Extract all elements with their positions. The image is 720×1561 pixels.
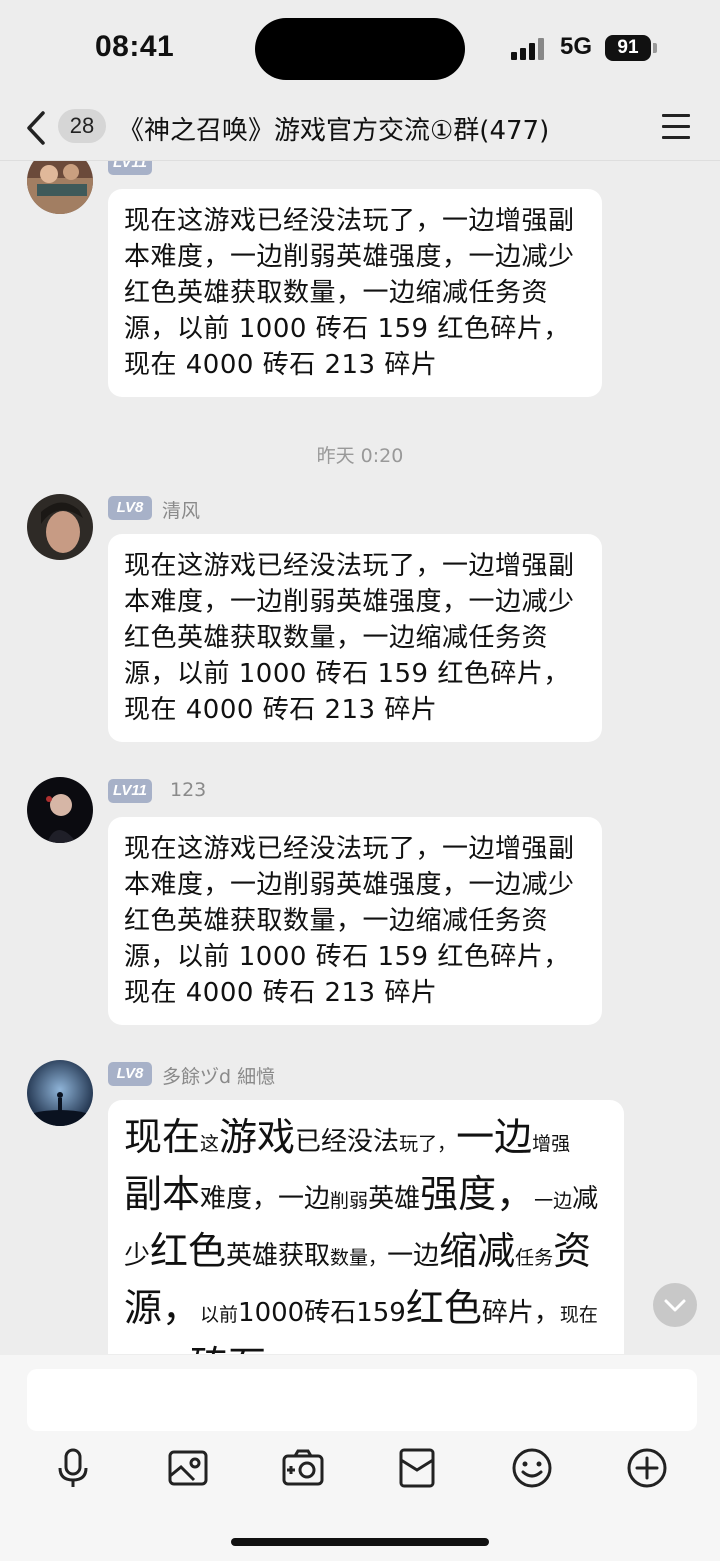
chevron-down-icon	[664, 1299, 686, 1312]
message-text-segment: 一边	[534, 1190, 573, 1212]
home-indicator	[231, 1538, 489, 1546]
battery-icon: 91	[605, 35, 651, 61]
message-text-segment: 现在	[124, 1115, 201, 1159]
message-bubble[interactable]: 现在这游戏已经没法玩了，一边增强副本难度，一边削弱英雄强度，一边减少红色英雄获取…	[108, 1100, 624, 1354]
status-time: 08:41	[95, 30, 175, 63]
message-text-segment: 玩了，	[399, 1133, 457, 1155]
message-input[interactable]	[27, 1369, 697, 1431]
camera-icon[interactable]	[281, 1446, 325, 1490]
chat-message-list[interactable]: LV11 现在这游戏已经没法玩了，一边增强副本难度，一边削弱英雄强度，一边减少红…	[0, 161, 720, 1354]
nickname[interactable]: 多餘ヅd 細憶	[162, 1062, 275, 1089]
message-text-segment: 削弱	[330, 1190, 369, 1212]
message-text-segment: 副本	[124, 1172, 201, 1216]
message-bubble[interactable]: 现在这游戏已经没法玩了，一边增强副本难度，一边削弱英雄强度，一边减少红色英雄获取…	[108, 817, 602, 1025]
level-badge: LV11	[108, 779, 152, 803]
message-text-segment: 砖石	[190, 1343, 266, 1354]
message-text-segment: 英雄获取	[226, 1241, 331, 1271]
timestamp-divider: 昨天 0:20	[316, 445, 404, 467]
message-text-segment: 强度，	[420, 1172, 535, 1216]
avatar[interactable]	[27, 161, 93, 214]
scroll-to-bottom-button[interactable]	[653, 1283, 697, 1327]
menu-icon[interactable]	[662, 114, 690, 140]
message-text-segment: 已经没法	[295, 1127, 400, 1157]
message-text-segment: 游戏	[219, 1115, 296, 1159]
message-text-segment: 现在	[559, 1304, 598, 1326]
status-bar: 08:41 5G 91	[0, 0, 720, 100]
avatar[interactable]	[27, 494, 93, 560]
network-type: 5G	[560, 33, 593, 60]
red-packet-icon[interactable]	[395, 1446, 439, 1490]
message-text-segment: 以前	[200, 1304, 239, 1326]
emoji-icon[interactable]	[510, 1446, 554, 1490]
level-badge: LV8	[108, 496, 152, 520]
photo-icon[interactable]	[166, 1446, 210, 1490]
avatar[interactable]	[27, 777, 93, 843]
plus-icon[interactable]	[625, 1446, 669, 1490]
chat-title: 《神之召唤》游戏官方交流①群(477)	[118, 116, 550, 146]
signal-icon	[511, 38, 547, 60]
message-text-segment: 这	[200, 1133, 220, 1155]
back-chevron-icon[interactable]	[24, 110, 48, 146]
battery-tip	[653, 43, 657, 53]
level-badge: LV8	[108, 1062, 152, 1086]
message-text-segment: 碎片，	[481, 1298, 560, 1328]
message-bubble[interactable]: 现在这游戏已经没法玩了，一边增强副本难度，一边削弱英雄强度，一边减少红色英雄获取…	[108, 189, 602, 397]
message-text-segment: 英雄	[368, 1184, 421, 1214]
message-text-segment: 一边	[387, 1241, 440, 1271]
message-text-segment: 红	[405, 1286, 444, 1330]
microphone-icon[interactable]	[51, 1446, 95, 1490]
message-bubble[interactable]: 现在这游戏已经没法玩了，一边增强副本难度，一边削弱英雄强度，一边减少红色英雄获取…	[108, 534, 602, 742]
message-text-segment: 任务	[515, 1247, 554, 1269]
level-badge: LV11	[108, 161, 152, 175]
message-text-segment: 一边	[456, 1115, 533, 1159]
unread-count-badge[interactable]: 28	[58, 109, 106, 143]
avatar[interactable]	[27, 1060, 93, 1126]
message-text-segment: 缩	[439, 1229, 478, 1273]
nickname[interactable]: 清风	[162, 496, 200, 523]
dynamic-island	[255, 18, 465, 80]
message-text-segment: 难度，	[200, 1184, 279, 1214]
message-text-segment: 增强	[532, 1133, 571, 1155]
message-text-segment: 1000砖石159	[238, 1298, 406, 1328]
message-text-segment: 数量，	[330, 1247, 388, 1269]
message-text-segment: 色	[443, 1286, 482, 1330]
message-text-segment: 一边	[278, 1184, 331, 1214]
message-text-segment: 红色	[150, 1229, 227, 1273]
message-text-segment: 减	[477, 1229, 516, 1273]
nickname[interactable]: 123	[170, 779, 206, 801]
